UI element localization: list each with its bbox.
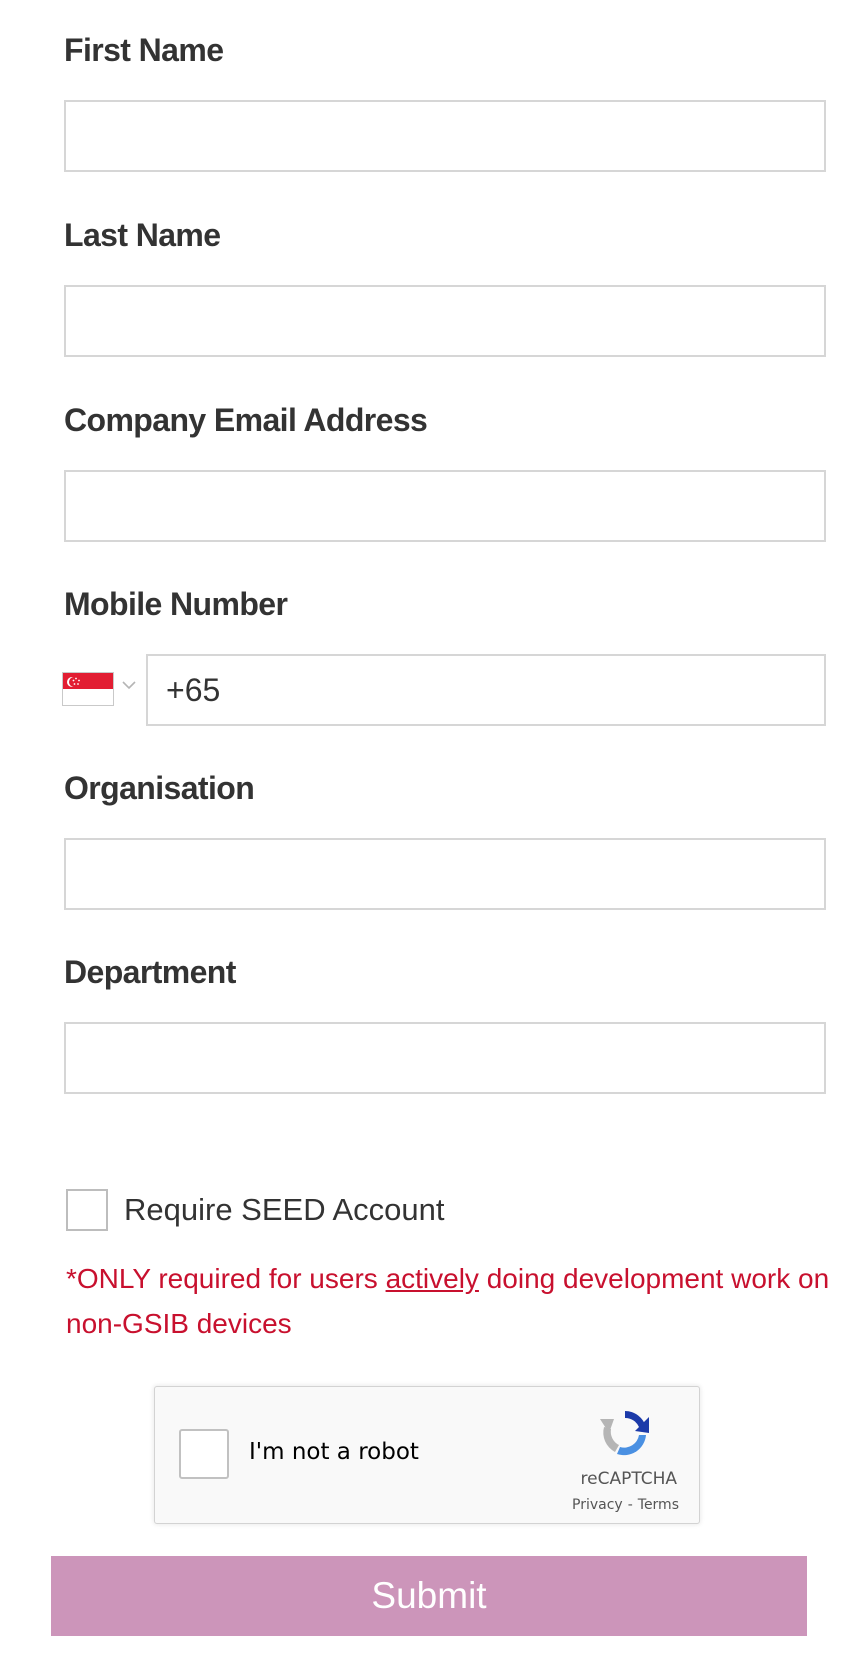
recaptcha-widget: I'm not a robot reCAPTCHA Privacy - Terms xyxy=(154,1386,700,1524)
seed-account-checkbox[interactable] xyxy=(66,1189,108,1231)
organisation-field: Organisation xyxy=(64,768,826,910)
recaptcha-brand: reCAPTCHA xyxy=(580,1469,678,1489)
note-prefix: *ONLY required for users xyxy=(66,1263,386,1294)
first-name-field: First Name xyxy=(64,30,826,172)
note-emphasis: actively xyxy=(385,1263,479,1294)
recaptcha-logo-icon xyxy=(600,1411,649,1456)
organisation-input[interactable] xyxy=(64,838,826,910)
seed-account-note: *ONLY required for users actively doing … xyxy=(66,1256,836,1346)
last-name-label: Last Name xyxy=(64,217,221,253)
seed-account-option: Require SEED Account xyxy=(66,1188,445,1232)
recaptcha-separator: - xyxy=(627,1497,633,1513)
recaptcha-links: Privacy - Terms xyxy=(572,1497,679,1513)
recaptcha-privacy-link[interactable]: Privacy xyxy=(572,1497,623,1513)
seed-account-label[interactable]: Require SEED Account xyxy=(124,1192,445,1228)
department-label: Department xyxy=(64,954,236,990)
mobile-number-input[interactable] xyxy=(146,654,826,726)
singapore-flag-icon xyxy=(62,672,114,706)
chevron-down-icon xyxy=(122,681,136,690)
email-input[interactable] xyxy=(64,470,826,542)
department-input[interactable] xyxy=(64,1022,826,1094)
recaptcha-label: I'm not a robot xyxy=(249,1439,419,1465)
registration-form: First Name Last Name Company Email Addre… xyxy=(0,0,860,1664)
organisation-label: Organisation xyxy=(64,770,255,806)
phone-row xyxy=(62,654,826,726)
email-field: Company Email Address xyxy=(64,400,826,542)
recaptcha-terms-link[interactable]: Terms xyxy=(638,1497,679,1513)
last-name-input[interactable] xyxy=(64,285,826,357)
first-name-input[interactable] xyxy=(64,100,826,172)
submit-button[interactable]: Submit xyxy=(51,1556,807,1636)
mobile-number-field: Mobile Number xyxy=(62,584,826,726)
recaptcha-checkbox[interactable] xyxy=(179,1429,229,1479)
email-label: Company Email Address xyxy=(64,402,428,438)
mobile-number-label: Mobile Number xyxy=(64,586,288,622)
department-field: Department xyxy=(64,952,826,1094)
first-name-label: First Name xyxy=(64,32,224,68)
last-name-field: Last Name xyxy=(64,215,826,357)
country-code-dropdown[interactable] xyxy=(62,672,140,708)
